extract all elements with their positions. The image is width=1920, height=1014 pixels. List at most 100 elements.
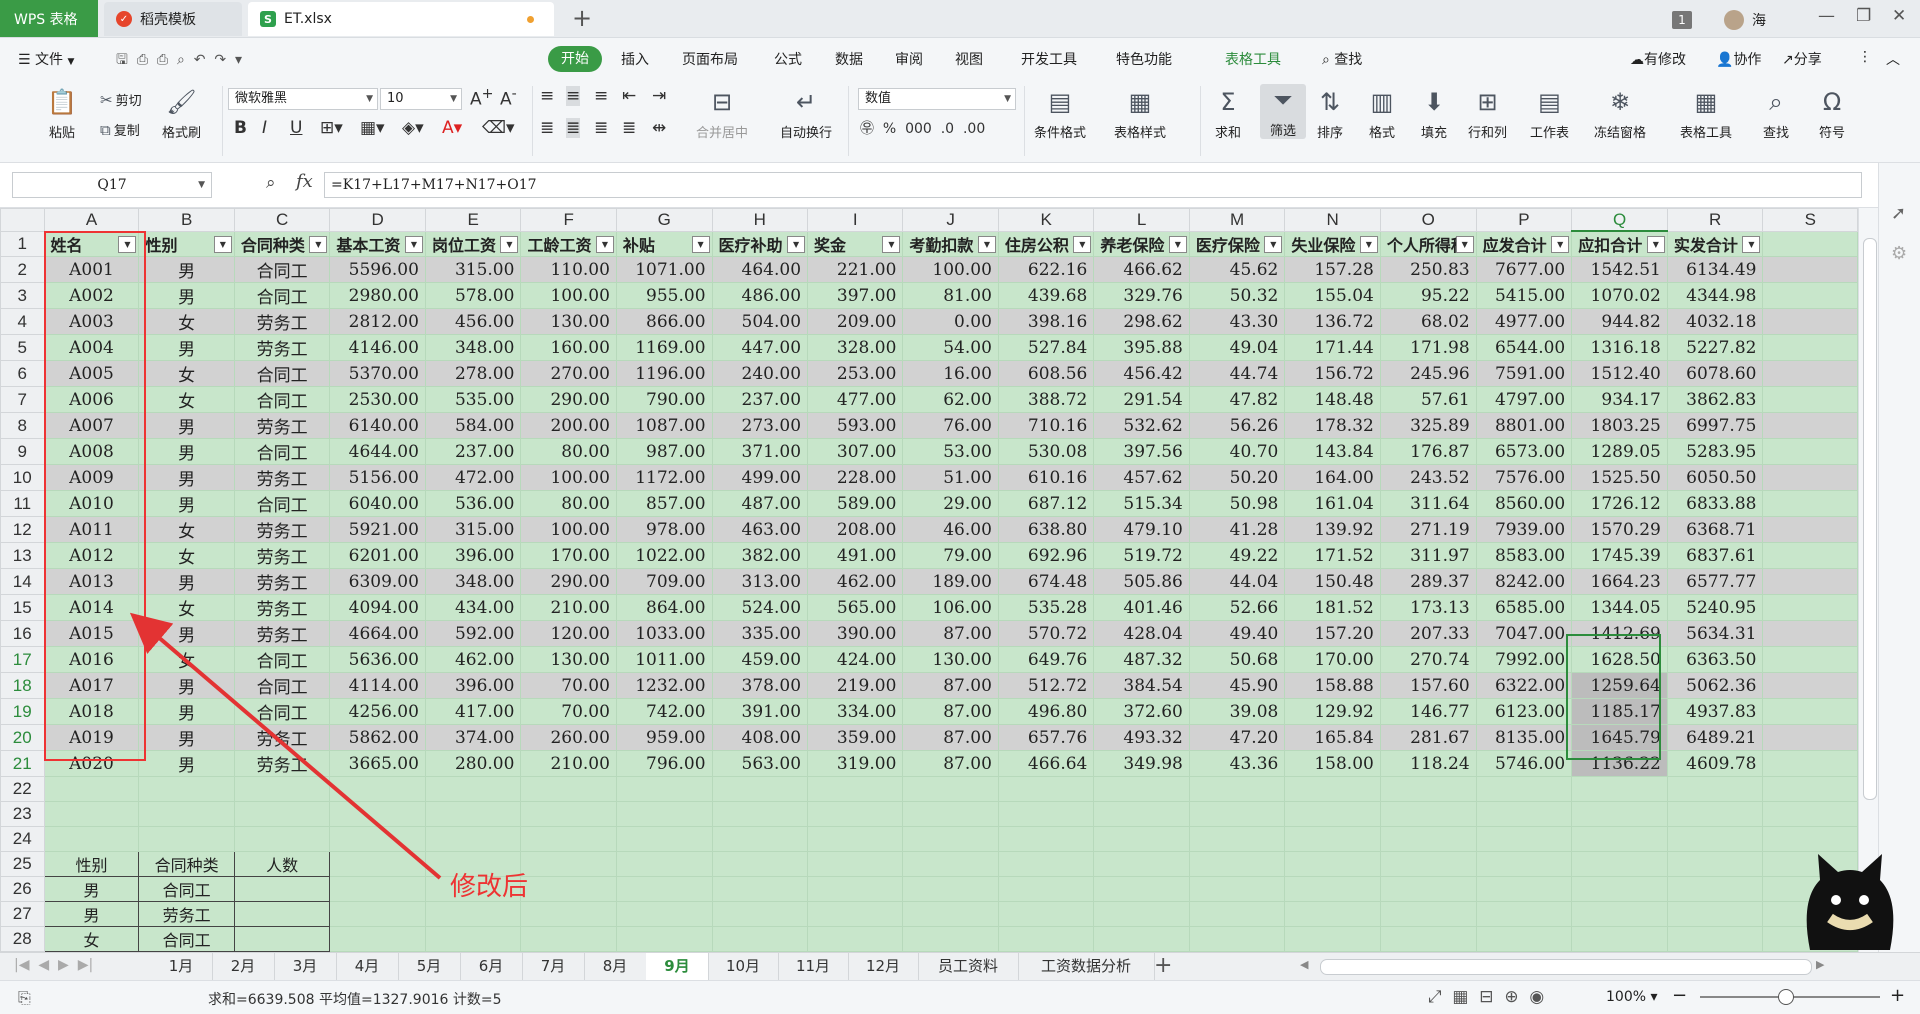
cell[interactable]: 50.20 [1188, 464, 1286, 491]
cell[interactable]: 81.00 [902, 282, 999, 309]
cell[interactable]: 6585.00 [1475, 594, 1573, 621]
font-size-select[interactable]: 10 ▼ [380, 88, 462, 110]
cell[interactable]: 1512.40 [1571, 360, 1668, 387]
cell[interactable]: 687.12 [997, 490, 1095, 517]
cell-table[interactable]: A B C D E F G H I J K L M N O P Q R S 1 姓名 ▼ 性别 ▼ 合同种类 ▼ 基本工资 ▼ 岗位工资… [0, 208, 1858, 977]
cell[interactable]: 1172.00 [615, 464, 713, 491]
align-right-icon[interactable]: ≣ [594, 118, 608, 138]
cell[interactable] [902, 851, 999, 877]
cell[interactable] [615, 776, 713, 802]
filter-dropdown-icon[interactable]: ▼ [595, 235, 614, 253]
tab-table-tools[interactable]: 表格工具 [1225, 49, 1281, 69]
cell[interactable]: 674.48 [997, 568, 1095, 595]
cell[interactable] [520, 776, 617, 802]
cell[interactable]: 396.00 [424, 542, 522, 569]
cell[interactable]: 129.92 [1284, 698, 1381, 725]
cell[interactable]: 563.00 [711, 750, 809, 777]
cell[interactable] [329, 801, 426, 827]
row-header[interactable]: 18 [0, 672, 45, 699]
cell[interactable]: 男 [138, 464, 235, 491]
column-header[interactable]: C [233, 208, 331, 232]
row-header[interactable]: 4 [0, 308, 45, 335]
cell[interactable]: 165.84 [1284, 724, 1381, 751]
cell[interactable]: 462.00 [807, 568, 904, 595]
sheet-tab[interactable]: 工资数据分析 [1018, 953, 1155, 980]
cell[interactable]: 40.70 [1188, 438, 1286, 465]
sheet-tab[interactable]: 9月 [646, 953, 709, 980]
filter-dropdown-icon[interactable]: ▼ [787, 235, 806, 253]
cell[interactable] [902, 876, 999, 902]
name-cell[interactable]: A020 [43, 750, 140, 777]
header-cell[interactable]: 实发合计 ▼ [1666, 230, 1764, 257]
cell[interactable]: 170.00 [520, 542, 617, 569]
align-top-icon[interactable]: ≡ [540, 86, 554, 106]
summary-cell[interactable] [233, 876, 331, 902]
cell[interactable] [1762, 750, 1858, 777]
name-cell[interactable]: A016 [43, 646, 140, 673]
cell[interactable] [1379, 851, 1477, 877]
sheet-nav-icons[interactable]: |◀ ◀ ▶ ▶| [14, 957, 93, 973]
row-header[interactable]: 25 [0, 851, 45, 877]
cell[interactable]: 87.00 [902, 724, 999, 751]
row-header[interactable]: 21 [0, 750, 45, 777]
new-tab-button[interactable]: + [572, 4, 592, 32]
paste-button[interactable]: 📋 粘贴 [46, 86, 78, 141]
row-header[interactable]: 9 [0, 438, 45, 465]
name-cell[interactable]: A009 [43, 464, 140, 491]
bold-icon[interactable]: B [234, 118, 247, 138]
cell[interactable]: 955.00 [615, 282, 713, 309]
cell[interactable]: 54.00 [902, 334, 999, 361]
cell[interactable]: 171.44 [1284, 334, 1381, 361]
name-cell[interactable]: A003 [43, 308, 140, 335]
header-cell[interactable]: 基本工资 ▼ [329, 230, 426, 257]
modified-button[interactable]: ☁有修改 [1630, 49, 1686, 69]
cell[interactable]: 2812.00 [329, 308, 426, 335]
corner-cell[interactable] [0, 208, 45, 232]
zoom-out-icon[interactable]: − [1672, 985, 1687, 1006]
tab-home[interactable]: 开始 [548, 46, 602, 72]
sheet-tab[interactable]: 4月 [336, 953, 399, 980]
cell[interactable]: 397.56 [1093, 438, 1190, 465]
cell[interactable]: 0.00 [902, 308, 999, 335]
filter-dropdown-icon[interactable]: ▼ [1455, 235, 1474, 253]
filter-dropdown-icon[interactable]: ▼ [1359, 235, 1378, 253]
cell[interactable]: 2980.00 [329, 282, 426, 309]
cell[interactable]: 486.00 [711, 282, 809, 309]
cell[interactable]: 87.00 [902, 672, 999, 699]
cell[interactable]: 6078.60 [1666, 360, 1764, 387]
header-cell[interactable]: 工龄工资 ▼ [520, 230, 617, 257]
cell[interactable]: 649.76 [997, 646, 1095, 673]
horizontal-scrollbar[interactable] [1320, 959, 1812, 975]
tab-developer[interactable]: 开发工具 [1021, 49, 1077, 69]
cell-style-icon[interactable]: ▦▾ [360, 118, 385, 138]
cell[interactable]: 男 [138, 724, 235, 751]
filter-dropdown-icon[interactable]: ▼ [500, 235, 519, 253]
cell[interactable] [1379, 776, 1477, 802]
cell[interactable] [1571, 926, 1668, 952]
align-center-icon[interactable]: ≣ [566, 118, 581, 138]
cell[interactable]: 171.98 [1379, 334, 1477, 361]
column-header[interactable]: Q [1571, 208, 1668, 232]
cell[interactable] [1762, 776, 1858, 802]
cell[interactable]: 44.74 [1188, 360, 1286, 387]
cell[interactable] [1284, 851, 1381, 877]
cell[interactable]: 5634.31 [1666, 620, 1764, 647]
cell[interactable]: 女 [138, 386, 235, 413]
cell[interactable]: 1185.17 [1571, 698, 1668, 725]
cell[interactable] [520, 801, 617, 827]
cell[interactable]: 959.00 [615, 724, 713, 751]
cell[interactable]: 6201.00 [329, 542, 426, 569]
cell[interactable]: 43.30 [1188, 308, 1286, 335]
cell[interactable] [1571, 876, 1668, 902]
cell[interactable] [1093, 776, 1190, 802]
cell[interactable]: 6123.00 [1475, 698, 1573, 725]
cell[interactable]: 44.04 [1188, 568, 1286, 595]
filter-dropdown-icon[interactable]: ▼ [118, 235, 137, 253]
sheet-tab[interactable]: 5月 [398, 953, 461, 980]
filter-dropdown-icon[interactable]: ▼ [404, 235, 423, 253]
header-cell[interactable]: 个人所得税 ▼ [1379, 230, 1477, 257]
cell[interactable]: 987.00 [615, 438, 713, 465]
header-cell[interactable]: 应发合计 ▼ [1475, 230, 1573, 257]
cell[interactable]: 3665.00 [329, 750, 426, 777]
pointer-icon[interactable]: ➚ [1891, 203, 1906, 224]
